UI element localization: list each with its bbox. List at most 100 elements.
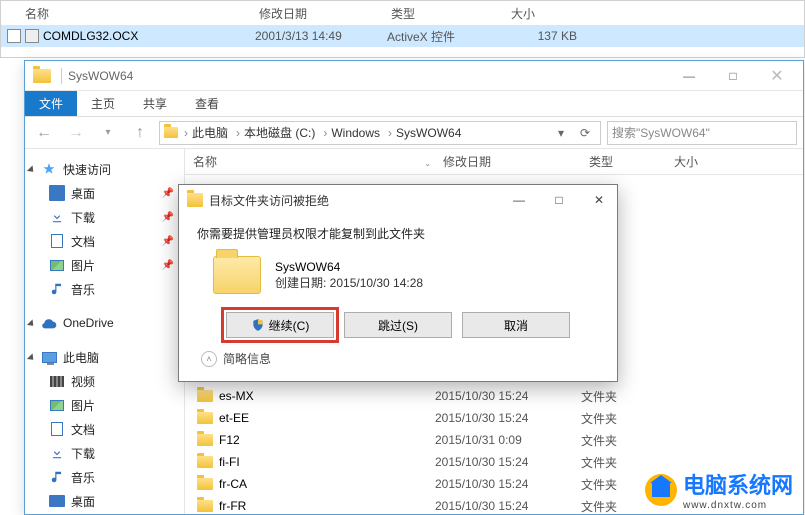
sidebar-item-music-pc[interactable]: 音乐: [29, 465, 180, 489]
dialog-title: 目标文件夹访问被拒绝: [209, 192, 509, 209]
dialog-minimize-button[interactable]: —: [509, 190, 529, 210]
folder-icon: [197, 434, 213, 446]
crumb-0[interactable]: 此电脑: [192, 124, 228, 141]
skip-button[interactable]: 跳过(S): [344, 312, 452, 338]
maximize-button[interactable]: □: [711, 62, 755, 90]
row-date: 2015/10/30 15:24: [435, 411, 581, 425]
pin-icon: 📌: [162, 188, 174, 199]
star-icon: [41, 161, 57, 177]
sidebar-item-pictures-pc[interactable]: 图片: [29, 393, 180, 417]
folder-icon: [197, 478, 213, 490]
sidebar-quickaccess-label: 快速访问: [63, 161, 111, 178]
sidebar-item-downloads[interactable]: 下载📌: [29, 205, 180, 229]
search-placeholder: 搜索"SysWOW64": [612, 124, 710, 141]
tab-file[interactable]: 文件: [25, 91, 77, 116]
row-name: fi-FI: [219, 455, 240, 469]
picture-icon: [50, 260, 64, 271]
row-name: es-MX: [219, 389, 254, 403]
target-folder-name: SysWOW64: [275, 260, 423, 274]
sidebar-item-videos[interactable]: 视频: [29, 369, 180, 393]
dialog-folder-icon: [187, 193, 203, 207]
dialog-message: 你需要提供管理员权限才能复制到此文件夹: [197, 225, 599, 242]
sidebar-item-desktop[interactable]: 桌面📌: [29, 181, 180, 205]
sidebar-onedrive[interactable]: OneDrive: [29, 311, 180, 335]
table-row[interactable]: F122015/10/31 0:09文件夹: [185, 429, 803, 451]
crumb-1[interactable]: 本地磁盘 (C:): [244, 124, 315, 141]
col-size-header[interactable]: 大小: [511, 5, 581, 22]
sidebar-item-downloads-pc[interactable]: 下载: [29, 441, 180, 465]
row-type: 文件夹: [581, 410, 666, 427]
nav-forward-button[interactable]: →: [63, 121, 89, 145]
music-icon: [49, 469, 65, 485]
sidebar-quickaccess[interactable]: 快速访问: [29, 157, 180, 181]
top-list-row[interactable]: COMDLG32.OCX 2001/3/13 14:49 ActiveX 控件 …: [1, 25, 804, 47]
file-type: ActiveX 控件: [387, 28, 507, 45]
more-info-toggle[interactable]: ˄ 简略信息: [197, 350, 599, 367]
watermark-logo: 电脑系统网 www.dnxtw.com: [641, 466, 797, 513]
nav-up-button[interactable]: ↑: [127, 121, 153, 145]
tab-share[interactable]: 共享: [129, 91, 181, 116]
nav-back-button[interactable]: ←: [31, 121, 57, 145]
col-name[interactable]: 名称⌄: [185, 153, 435, 170]
dialog-maximize-button[interactable]: □: [549, 190, 569, 210]
sidebar-item-documents[interactable]: 文档📌: [29, 229, 180, 253]
continue-button[interactable]: 继续(C): [226, 312, 334, 338]
col-type[interactable]: 类型: [581, 153, 666, 170]
search-input[interactable]: 搜索"SysWOW64": [607, 121, 797, 145]
sidebar-thispc[interactable]: 此电脑: [29, 345, 180, 369]
row-date: 2015/10/30 15:24: [435, 477, 581, 491]
breadcrumb-box[interactable]: ›此电脑 ›本地磁盘 (C:) ›Windows ›SysWOW64 ▾ ⟳: [159, 121, 601, 145]
sidebar-item-music[interactable]: 音乐: [29, 277, 180, 301]
crumb-2[interactable]: Windows: [331, 126, 380, 140]
sidebar-item-pictures[interactable]: 图片📌: [29, 253, 180, 277]
ribbon-tabs: 文件 主页 共享 查看: [25, 91, 803, 117]
sidebar: 快速访问 桌面📌 下载📌 文档📌 图片📌 音乐 OneDrive 此电脑 视频 …: [25, 149, 185, 514]
pin-icon: 📌: [162, 260, 174, 271]
document-icon: [51, 422, 63, 436]
table-row[interactable]: et-EE2015/10/30 15:24文件夹: [185, 407, 803, 429]
col-size[interactable]: 大小: [666, 153, 746, 170]
address-bar: ← → ▾ ↑ ›此电脑 ›本地磁盘 (C:) ›Windows ›SysWOW…: [25, 117, 803, 149]
dialog-titlebar[interactable]: 目标文件夹访问被拒绝 — □ ✕: [179, 185, 617, 215]
sidebar-item-documents-pc[interactable]: 文档: [29, 417, 180, 441]
col-date-header[interactable]: 修改日期: [259, 5, 391, 22]
target-folder-icon: [213, 256, 261, 294]
folder-icon: [197, 500, 213, 512]
nav-recent-button[interactable]: ▾: [95, 121, 121, 145]
folder-icon: [197, 390, 213, 402]
file-size: 137 KB: [507, 29, 577, 43]
row-checkbox[interactable]: [7, 29, 21, 43]
sidebar-item-desktop-pc[interactable]: 桌面: [29, 489, 180, 513]
window-title: SysWOW64: [68, 69, 667, 83]
cancel-button[interactable]: 取消: [462, 312, 570, 338]
col-name-header[interactable]: 名称: [25, 5, 259, 22]
breadcrumb-folder-icon: [164, 127, 178, 138]
refresh-button[interactable]: ⟳: [574, 122, 596, 144]
file-date: 2001/3/13 14:49: [255, 29, 387, 43]
logo-sub: www.dnxtw.com: [683, 500, 793, 511]
row-name: F12: [219, 433, 240, 447]
cloud-icon: [41, 315, 57, 331]
row-type: 文件夹: [581, 388, 666, 405]
breadcrumb-dropdown-icon[interactable]: ▾: [550, 122, 572, 144]
tab-home[interactable]: 主页: [77, 91, 129, 116]
close-button[interactable]: ✕: [755, 62, 799, 90]
pin-icon: 📌: [162, 212, 174, 223]
chevron-up-icon: ˄: [201, 351, 217, 367]
table-row[interactable]: es-MX2015/10/30 15:24文件夹: [185, 385, 803, 407]
dialog-close-button[interactable]: ✕: [589, 190, 609, 210]
desktop-icon: [49, 495, 65, 507]
file-name: COMDLG32.OCX: [43, 29, 138, 43]
col-date[interactable]: 修改日期: [435, 153, 581, 170]
titlebar[interactable]: SysWOW64 — □ ✕: [25, 61, 803, 91]
minimize-button[interactable]: —: [667, 62, 711, 90]
logo-mark-icon: [645, 474, 677, 506]
crumb-3[interactable]: SysWOW64: [396, 126, 461, 140]
column-headers: 名称⌄ 修改日期 类型 大小: [185, 149, 803, 175]
folder-icon: [197, 412, 213, 424]
col-type-header[interactable]: 类型: [391, 5, 511, 22]
uac-shield-icon: [251, 318, 265, 332]
download-icon: [49, 445, 65, 461]
ocx-file-icon: [25, 29, 39, 43]
tab-view[interactable]: 查看: [181, 91, 233, 116]
